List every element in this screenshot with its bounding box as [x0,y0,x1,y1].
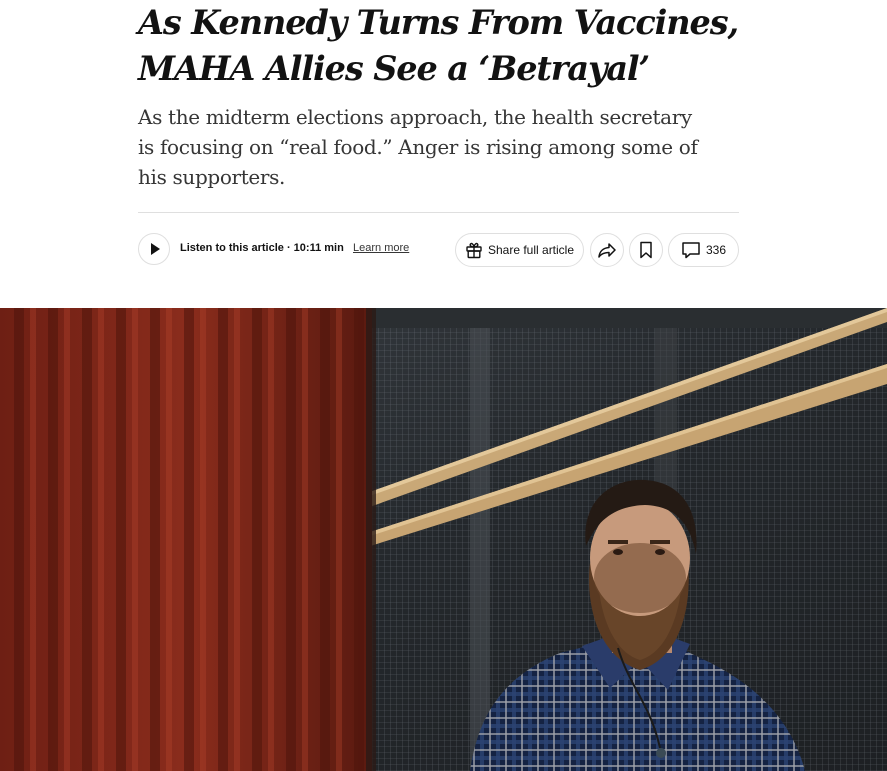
headline: As Kennedy Turns From Vaccines, MAHA All… [138,0,739,92]
article-summary: As the midterm elections approach, the h… [138,105,698,189]
lead-photo-image [0,308,887,771]
lead-photo [0,308,887,771]
headline-line-2: MAHA Allies See a ‘Betrayal’ [138,49,650,88]
gift-icon [465,241,483,259]
share-full-article-button[interactable]: Share full article [455,233,584,267]
comment-count: 336 [705,243,727,257]
header-divider [138,212,739,213]
bookmark-icon [639,241,653,259]
article-toolbar: Listen to this article · 10:11 min Learn… [138,233,739,268]
forward-share-icon [597,241,617,259]
learn-more-link[interactable]: Learn more [353,242,409,254]
share-full-article-label: Share full article [487,243,575,257]
article-header: As Kennedy Turns From Vaccines, MAHA All… [138,0,739,192]
comment-icon [681,241,701,259]
listen-label: Listen to this article · 10:11 min [180,242,344,254]
comments-button[interactable]: 336 [668,233,739,267]
listen-label-text: Listen to this article · 10:11 min [180,242,344,254]
share-button[interactable] [590,233,624,267]
play-icon [151,243,160,255]
save-button[interactable] [629,233,663,267]
article-page: As Kennedy Turns From Vaccines, MAHA All… [0,0,887,771]
headline-line-1: As Kennedy Turns From Vaccines, [138,3,739,42]
listen-play-button[interactable] [138,233,170,265]
